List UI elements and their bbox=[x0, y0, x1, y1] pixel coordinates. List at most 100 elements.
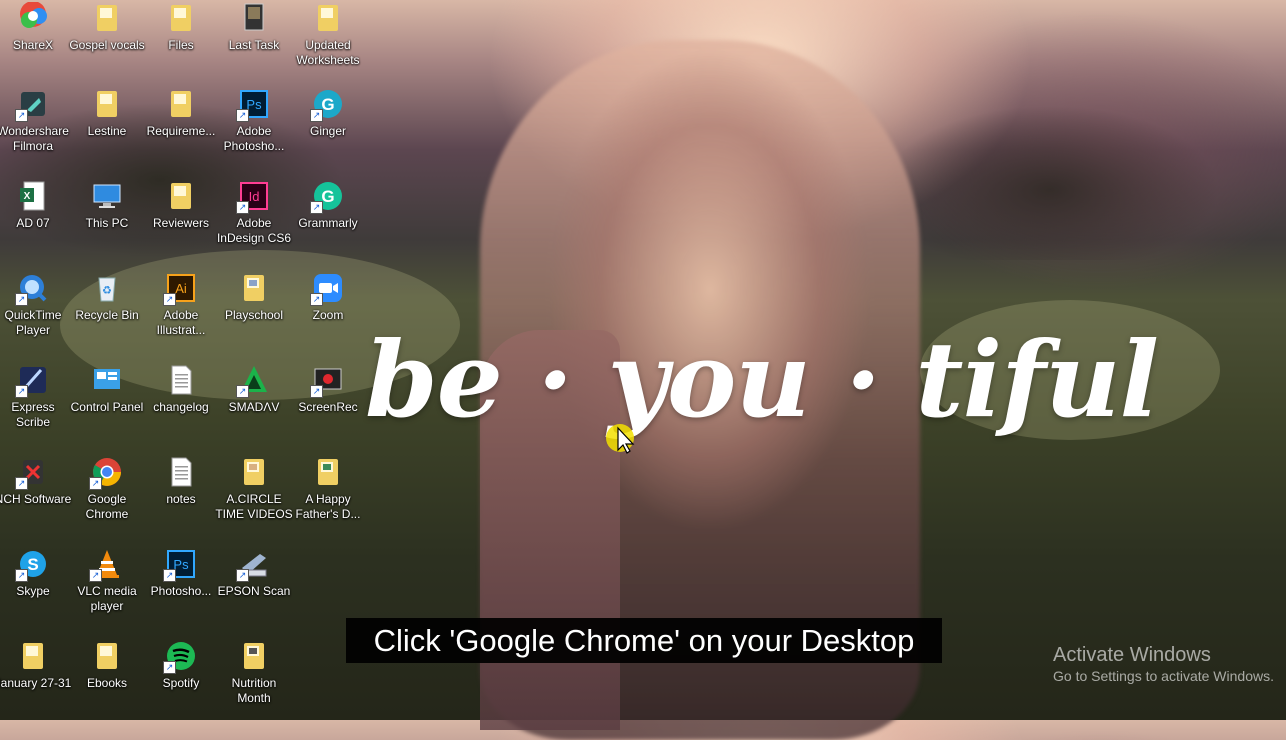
icon-label: Gospel vocals bbox=[69, 38, 145, 52]
icon-label: Adobe Photosho... bbox=[223, 124, 285, 153]
icon-label: ShareX bbox=[12, 38, 54, 52]
desktop-icon-gospel-vocals[interactable]: Gospel vocals bbox=[69, 0, 145, 86]
desktop-icon-recycle-bin[interactable]: ♻ Recycle Bin bbox=[70, 270, 144, 356]
desktop-icon-reviewers[interactable]: Reviewers bbox=[144, 178, 218, 264]
desktop-icon-files[interactable]: Files bbox=[144, 0, 218, 86]
grammarly-icon: G ↗ bbox=[310, 180, 344, 214]
icon-label: Reviewers bbox=[152, 216, 209, 230]
desktop-icon-requirements[interactable]: Requireme... bbox=[144, 86, 218, 172]
desktop-icon-indesign[interactable]: Id ↗ Adobe InDesign CS6 bbox=[217, 178, 291, 264]
recycle-bin-icon: ♻ bbox=[91, 272, 123, 304]
activate-windows-title: Activate Windows bbox=[1053, 644, 1211, 666]
svg-text:X: X bbox=[24, 191, 31, 202]
desktop-icon-last-task[interactable]: Last Task bbox=[217, 0, 291, 86]
icon-label: notes bbox=[166, 492, 196, 506]
icon-label: Photosho... bbox=[150, 584, 212, 598]
icon-label: Adobe Illustrat... bbox=[156, 308, 206, 337]
folder-icon bbox=[165, 2, 197, 34]
icon-label: January 27-31 bbox=[0, 676, 72, 690]
scanner-icon: ↗ bbox=[236, 548, 270, 582]
desktop-icon-epson-scan[interactable]: ↗ EPSON Scan bbox=[217, 546, 291, 632]
desktop-icon-spotify[interactable]: ↗ Spotify bbox=[144, 638, 218, 724]
folder-icon bbox=[165, 88, 197, 120]
desktop-icon-playschool[interactable]: Playschool bbox=[217, 270, 291, 356]
desktop-icon-notes[interactable]: notes bbox=[144, 454, 218, 540]
svg-text:♻: ♻ bbox=[102, 284, 112, 297]
activate-windows-subtitle: Go to Settings to activate Windows. bbox=[1053, 668, 1274, 684]
svg-text:S: S bbox=[27, 555, 38, 574]
icon-label: AD 07 bbox=[16, 216, 50, 230]
text-file-icon bbox=[165, 456, 197, 488]
chrome-icon: ↗ bbox=[89, 456, 123, 490]
desktop-icon-photoshop2[interactable]: Ps ↗ Photosho... bbox=[144, 546, 218, 632]
desktop-icon-ginger[interactable]: G ↗ Ginger bbox=[291, 86, 365, 172]
folder-icon bbox=[238, 456, 270, 488]
icon-label: Recycle Bin bbox=[75, 308, 139, 322]
desktop-icon-vlc[interactable]: ↗ VLC media player bbox=[70, 546, 144, 632]
desktop-icon-nch[interactable]: ↗ NCH Software bbox=[0, 454, 72, 540]
icon-label: QuickTime Player bbox=[4, 308, 62, 337]
nch-software-icon: ↗ bbox=[15, 456, 49, 490]
desktop-icon-photoshop[interactable]: Ps ↗ Adobe Photosho... bbox=[217, 86, 291, 172]
icon-label: Requireme... bbox=[146, 124, 216, 138]
desktop-icon-ad07[interactable]: X AD 07 bbox=[0, 178, 70, 264]
spotify-icon: ↗ bbox=[163, 640, 197, 674]
desktop-icon-zoom[interactable]: ↗ Zoom bbox=[291, 270, 365, 356]
icon-label: A.CIRCLE TIME VIDEOS bbox=[215, 492, 293, 521]
mouse-cursor-icon bbox=[604, 420, 644, 460]
icon-label: Lestine bbox=[87, 124, 127, 138]
desktop-icon-skype[interactable]: S ↗ Skype bbox=[0, 546, 70, 632]
image-file-icon bbox=[238, 2, 270, 34]
desktop-icon-a-circle[interactable]: A.CIRCLE TIME VIDEOS bbox=[215, 454, 293, 540]
folder-icon bbox=[17, 640, 49, 672]
desktop-icon-sharex[interactable]: ShareX bbox=[0, 0, 70, 86]
icon-label: ScreenRec bbox=[298, 400, 358, 414]
activate-windows-watermark: Activate Windows Go to Settings to activ… bbox=[1053, 644, 1286, 686]
desktop-icon-illustrator[interactable]: Ai ↗ Adobe Illustrat... bbox=[144, 270, 218, 356]
icon-label: Ginger bbox=[309, 124, 347, 138]
desktop-icon-screenrec[interactable]: ↗ ScreenRec bbox=[291, 362, 365, 448]
desktop-icon-lestine[interactable]: Lestine bbox=[70, 86, 144, 172]
icon-label: VLC media player bbox=[77, 584, 137, 613]
icon-label: NCH Software bbox=[0, 492, 72, 506]
desktop-icon-a-happy-fathers[interactable]: A Happy Father's D... bbox=[291, 454, 365, 540]
sharex-icon bbox=[17, 2, 49, 34]
icon-label: Zoom bbox=[312, 308, 344, 322]
desktop-icon-updated-worksheets[interactable]: Updated Worksheets bbox=[291, 0, 365, 86]
desktop-icon-january[interactable]: January 27-31 bbox=[0, 638, 72, 724]
screenrec-icon: ↗ bbox=[310, 364, 344, 398]
svg-text:G: G bbox=[321, 95, 334, 114]
illustrator-icon: Ai ↗ bbox=[163, 272, 197, 306]
icon-label: Ebooks bbox=[86, 676, 128, 690]
photoshop-icon: Ps ↗ bbox=[163, 548, 197, 582]
tutorial-caption: Click 'Google Chrome' on your Desktop bbox=[346, 618, 942, 663]
icon-label: Wondershare Filmora bbox=[0, 124, 69, 153]
folder-icon bbox=[238, 640, 270, 672]
desktop-icon-this-pc[interactable]: This PC bbox=[70, 178, 144, 264]
desktop-icon-nutrition-month[interactable]: Nutrition Month bbox=[217, 638, 291, 724]
desktop-icon-filmora[interactable]: ↗ Wondershare Filmora bbox=[0, 86, 70, 172]
wallpaper-text: be · you · tiful bbox=[365, 318, 1159, 441]
quicktime-icon: ↗ bbox=[15, 272, 49, 306]
icon-label: EPSON Scan bbox=[217, 584, 291, 598]
desktop-icon-control-panel[interactable]: Control Panel bbox=[70, 362, 144, 448]
desktop-icon-ebooks[interactable]: Ebooks bbox=[70, 638, 144, 724]
desktop-icon-express-scribe[interactable]: ↗ Express Scribe bbox=[0, 362, 70, 448]
svg-text:Ai: Ai bbox=[175, 281, 187, 296]
icon-label: A Happy Father's D... bbox=[295, 492, 361, 521]
icon-label: Playschool bbox=[224, 308, 284, 322]
icon-label: SMADΛV bbox=[228, 400, 280, 414]
desktop-icon-quicktime[interactable]: ↗ QuickTime Player bbox=[0, 270, 70, 356]
icon-label: Nutrition Month bbox=[231, 676, 277, 705]
desktop-icon-google-chrome[interactable]: ↗ Google Chrome bbox=[70, 454, 144, 540]
desktop-icon-grammarly[interactable]: G ↗ Grammarly bbox=[291, 178, 365, 264]
folder-icon bbox=[238, 272, 270, 304]
skype-icon: S ↗ bbox=[15, 548, 49, 582]
icon-label: Google Chrome bbox=[85, 492, 129, 521]
icon-label: Files bbox=[168, 38, 194, 52]
icon-label: Express Scribe bbox=[11, 400, 55, 429]
svg-text:G: G bbox=[321, 187, 334, 206]
folder-icon bbox=[312, 456, 344, 488]
desktop-icon-changelog[interactable]: changelog bbox=[144, 362, 218, 448]
desktop-icon-smadav[interactable]: ↗ SMADΛV bbox=[217, 362, 291, 448]
